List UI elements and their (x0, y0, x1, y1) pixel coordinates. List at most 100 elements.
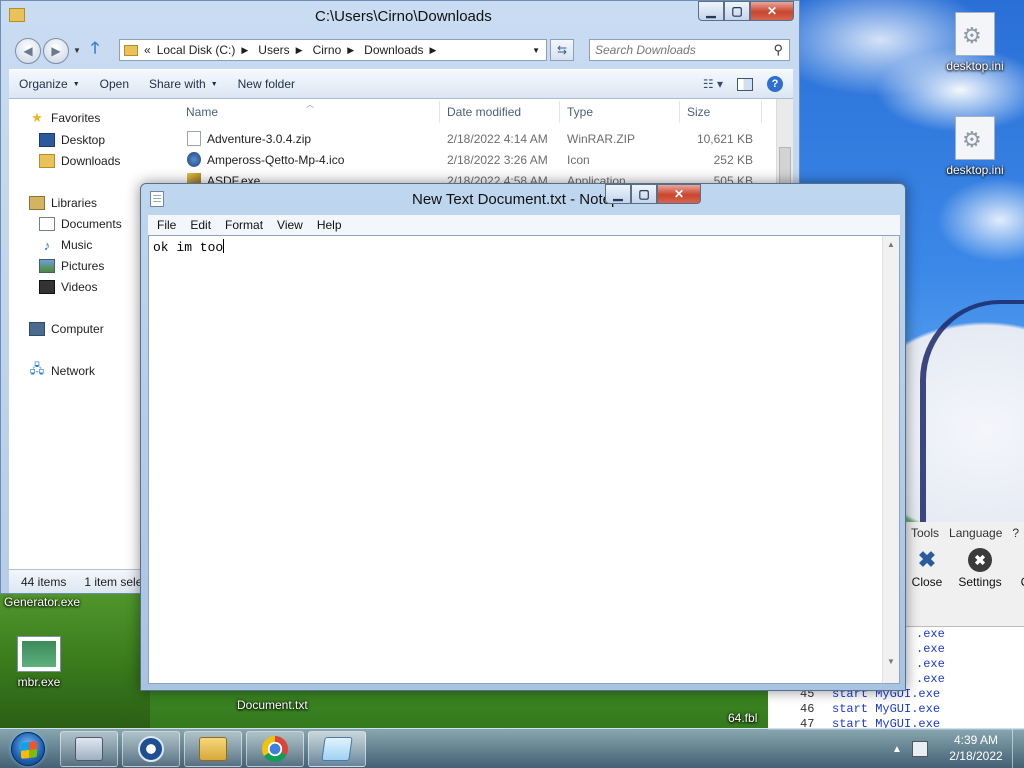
breadcrumb-downloads[interactable]: Downloads (364, 43, 423, 57)
breadcrumb-overflow[interactable]: « (144, 43, 151, 57)
menu-tools[interactable]: Tools (911, 526, 939, 540)
preview-pane-icon[interactable] (737, 77, 753, 91)
close-toolbar-button[interactable]: ✖ Close (905, 547, 949, 589)
desktop-icon-desktop-ini-1[interactable]: ⚙ desktop.ini (940, 12, 1010, 73)
minimize-button[interactable]: ▁ (698, 1, 724, 21)
nav-network[interactable]: 🖧 Network (29, 361, 96, 378)
taskbar-task-manager[interactable] (60, 731, 118, 767)
desktop-label-generator[interactable]: Generator.exe (4, 595, 80, 609)
menu-help[interactable]: ? (1012, 526, 1019, 540)
nav-pictures[interactable]: Pictures (39, 259, 104, 273)
chevron-down-icon[interactable]: ▼ (532, 46, 540, 55)
notepad-title: New Text Document.txt - Notepad (412, 191, 636, 208)
nav-documents[interactable]: Documents (39, 217, 122, 231)
column-divider[interactable] (439, 101, 440, 123)
nav-label: Libraries (51, 196, 98, 210)
command-bar: Organize ▼ Open Share with ▼ New folder ☷ … (9, 69, 793, 99)
up-arrow-icon[interactable]: 🡑 (91, 37, 99, 64)
column-divider[interactable] (761, 101, 762, 123)
nav-computer[interactable]: Computer (29, 322, 104, 336)
column-divider[interactable] (559, 101, 560, 123)
search-input[interactable] (590, 40, 760, 60)
nav-label: Network (51, 364, 96, 378)
music-note-icon: ♪ (43, 237, 51, 253)
nav-videos[interactable]: Videos (39, 280, 97, 294)
scroll-down-icon[interactable]: ▼ (883, 653, 899, 669)
taskbar-explorer[interactable] (184, 731, 242, 767)
search-box[interactable]: ⚲ (589, 39, 790, 61)
column-divider[interactable] (679, 101, 680, 123)
recent-pages-chevron-icon[interactable]: ▼ (73, 46, 81, 55)
breadcrumb-separator-icon[interactable]: ▶ (296, 45, 303, 56)
explorer-titlebar[interactable]: C:\Users\Cirno\Downloads ▁ ▢ ✕ (1, 1, 799, 31)
forward-button[interactable]: ▶ (43, 37, 69, 64)
column-header-name[interactable]: Name (186, 99, 218, 125)
breadcrumb-cirno[interactable]: Cirno (313, 43, 342, 57)
file-row[interactable]: Ampeross-Qetto-Mp-4.ico 2/18/2022 3:26 A… (167, 149, 793, 170)
taskbar-notepad[interactable] (308, 731, 366, 767)
minimize-button[interactable]: ▁ (605, 184, 631, 204)
clock[interactable]: 4:39 AM 2/18/2022 (942, 732, 1010, 764)
item-count: 44 items (21, 574, 67, 589)
column-header-type[interactable]: Type (567, 99, 593, 125)
nav-music[interactable]: ♪ Music (39, 237, 93, 253)
notepad-window[interactable]: New Text Document.txt - Notepad ▁ ▢ ✕ Fi… (140, 183, 906, 691)
file-type: WinRAR.ZIP (567, 131, 636, 146)
line-number: 46 (800, 702, 815, 716)
breadcrumb-separator-icon[interactable]: ▶ (241, 45, 248, 56)
address-bar[interactable]: « Local Disk (C:) ▶ Users ▶ Cirno ▶ Downloa… (119, 39, 547, 61)
breadcrumb-users[interactable]: Users (258, 43, 289, 57)
sort-ascending-icon: ︿ (306, 100, 314, 109)
desktop-icon-mbr-exe[interactable]: mbr.exe (4, 636, 74, 689)
maximize-button[interactable]: ▢ (631, 184, 657, 204)
taskbar-settings-app[interactable] (122, 731, 180, 767)
notepad-text-area[interactable]: ok im too ▲ ▼ (148, 235, 900, 684)
column-header-size[interactable]: Size (687, 99, 710, 125)
menu-format[interactable]: Format (218, 218, 270, 232)
show-desktop-button[interactable] (1012, 729, 1024, 768)
desktop-label-document[interactable]: Document.txt (237, 698, 308, 712)
refresh-button[interactable]: ⇆ (550, 39, 574, 61)
file-row[interactable]: Adventure-3.0.4.zip 2/18/2022 4:14 AM Wi… (167, 128, 793, 149)
scrollbar-thumb[interactable] (779, 147, 791, 187)
breadcrumb-local-disk[interactable]: Local Disk (C:) (157, 43, 236, 57)
column-header-date[interactable]: Date modified (447, 99, 521, 125)
menu-view[interactable]: View (270, 218, 310, 232)
breadcrumb-separator-icon[interactable]: ▶ (430, 45, 437, 56)
menu-file[interactable]: File (150, 218, 183, 232)
organize-button[interactable]: Organize ▼ (9, 69, 90, 99)
settings-gear-icon: ✖ (968, 548, 992, 572)
start-button[interactable] (2, 730, 54, 768)
close-button[interactable]: ✕ (750, 1, 794, 21)
nav-label: Pictures (61, 259, 105, 273)
scroll-up-icon[interactable]: ▲ (883, 236, 899, 252)
breadcrumb-separator-icon[interactable]: ▶ (347, 45, 354, 56)
settings-toolbar-button[interactable]: ✖ Settings (955, 548, 1005, 589)
action-center-flag-icon[interactable] (911, 741, 928, 757)
nav-desktop[interactable]: Desktop (39, 133, 105, 147)
menu-language[interactable]: Language (949, 526, 1002, 540)
help-icon[interactable]: ? (767, 76, 783, 92)
open-button[interactable]: Open (90, 69, 139, 99)
close-button[interactable]: ✕ (657, 184, 701, 204)
menu-help[interactable]: Help (310, 218, 349, 232)
code-text: start MyGUI.exe (832, 702, 941, 716)
back-button[interactable]: ◀ (15, 37, 41, 64)
nav-favorites[interactable]: ★ Favorites (29, 110, 100, 125)
view-options-icon[interactable]: ☷ ▾ (703, 77, 723, 91)
menu-edit[interactable]: Edit (183, 218, 218, 232)
show-hidden-icons-icon[interactable]: ▲ (892, 744, 902, 755)
notepad-scrollbar[interactable]: ▲ ▼ (882, 236, 899, 683)
new-folder-button[interactable]: New folder (228, 69, 305, 99)
desktop-icon-desktop-ini-2[interactable]: ⚙ desktop.ini (940, 116, 1010, 177)
more-toolbar-button[interactable]: C (1015, 548, 1024, 589)
nav-downloads[interactable]: Downloads (39, 154, 120, 168)
maximize-button[interactable]: ▢ (724, 1, 750, 21)
desktop-icon-label: desktop.ini (946, 163, 1004, 177)
taskbar-chrome[interactable] (246, 731, 304, 767)
chevron-down-icon: ▼ (210, 80, 218, 88)
downloads-folder-icon (39, 154, 55, 168)
share-with-button[interactable]: Share with ▼ (139, 69, 228, 99)
organize-label: Organize (19, 77, 68, 91)
nav-libraries[interactable]: Libraries (29, 196, 97, 210)
